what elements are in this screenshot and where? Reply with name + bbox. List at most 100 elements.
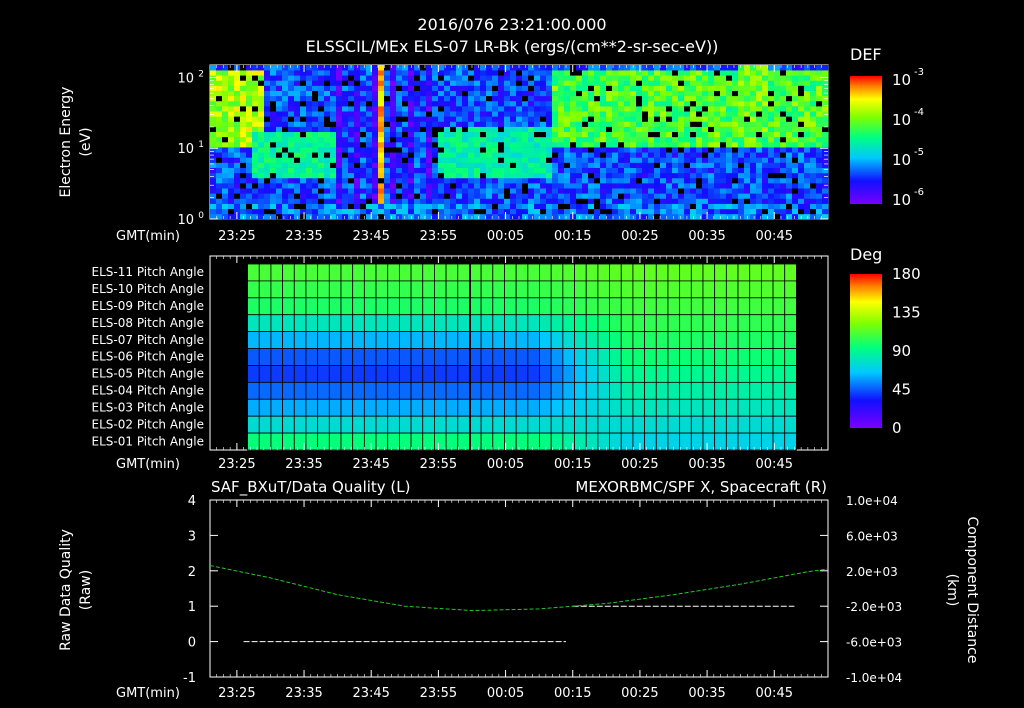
pitch-cell — [539, 432, 552, 451]
spectrogram-cell — [276, 142, 283, 148]
spectrogram-cell — [342, 131, 349, 138]
spectrogram-cell — [666, 142, 673, 148]
spectrogram-cell — [786, 121, 793, 127]
spectrogram-cell — [360, 111, 367, 117]
spectrogram-cell — [768, 121, 775, 127]
spectrogram-cell — [354, 85, 361, 91]
spectrogram-cell — [228, 142, 235, 148]
spectrogram-cell — [540, 167, 547, 174]
spectrogram-cell — [270, 157, 277, 163]
spectrogram-cell — [414, 100, 421, 107]
spectrogram-cell — [384, 188, 391, 194]
spectrogram-cell — [732, 162, 739, 168]
spectrogram-cell — [438, 90, 445, 97]
y-tick-label: 10 — [177, 71, 194, 86]
spectrogram-cell — [474, 152, 481, 158]
spectrogram-cell — [642, 152, 649, 158]
spectrogram-cell — [630, 167, 637, 174]
spectrogram-cell — [330, 172, 337, 179]
spectrogram-cell — [378, 213, 385, 220]
spectrogram-cell — [654, 147, 661, 153]
pitch-cell — [632, 398, 646, 417]
spectrogram-cell — [396, 106, 403, 112]
pitch-cell — [690, 365, 704, 383]
spectrogram-cell — [504, 65, 511, 71]
spectrogram-cell — [702, 136, 709, 143]
spectrogram-cell — [252, 116, 259, 122]
spectrogram-cell — [732, 203, 739, 210]
spectrogram-cell — [486, 70, 493, 76]
spectrogram-cell — [558, 95, 565, 102]
spectrogram-cell — [780, 172, 787, 179]
pitch-cell — [469, 331, 482, 349]
spectrogram-cell — [270, 75, 277, 81]
spectrogram-cell — [804, 188, 811, 194]
spectrogram-cell — [360, 198, 367, 204]
spectrogram-cell — [726, 136, 733, 143]
spectrogram-cell — [300, 183, 307, 189]
spectrogram-cell — [450, 152, 457, 158]
spectrogram-cell — [480, 208, 487, 215]
spectrogram-cell — [240, 116, 247, 122]
spectrogram-cell — [726, 162, 733, 168]
spectrogram-cell — [648, 131, 655, 138]
spectrogram-cell — [300, 65, 307, 71]
spectrogram-cell — [360, 106, 367, 112]
spectrogram-cell — [744, 126, 751, 133]
spectrogram-cell — [636, 75, 643, 81]
pitch-cell — [457, 331, 470, 349]
y-tick-label: 3 — [188, 529, 196, 544]
spectrogram-cell — [732, 188, 739, 194]
pitch-cell — [539, 314, 552, 333]
spectrogram-cell — [762, 116, 769, 122]
spectrogram-cell — [270, 147, 277, 153]
spectrogram-cell — [678, 147, 685, 153]
spectrogram-cell — [282, 121, 289, 127]
spectrogram-cell — [444, 147, 451, 153]
spectrogram-cell — [396, 188, 403, 194]
spectrogram-cell — [582, 177, 589, 184]
spectrogram-cell — [804, 65, 811, 71]
spectrogram-cell — [768, 147, 775, 153]
spectrogram-cell — [354, 167, 361, 174]
spectrogram-cell — [324, 100, 331, 107]
pitch-cell — [469, 297, 482, 316]
spectrogram-cell — [234, 198, 241, 204]
spectrogram-cell — [402, 80, 409, 86]
spectrogram-cell — [462, 203, 469, 210]
spectrogram-cell — [546, 136, 553, 143]
spectrogram-cell — [594, 136, 601, 143]
spectrogram-cell — [810, 157, 817, 163]
spectrogram-cell — [762, 177, 769, 184]
spectrogram-cell — [210, 162, 217, 168]
spectrogram-cell — [504, 121, 511, 127]
pitch-cell — [247, 331, 260, 349]
spectrogram-cell — [588, 167, 595, 174]
spectrogram-cell — [786, 70, 793, 76]
y-tick-exponent: 1 — [198, 140, 204, 150]
spectrogram-cell — [276, 106, 283, 112]
spectrogram-cell — [570, 131, 577, 138]
spectrogram-cell — [684, 193, 691, 199]
spectrogram-cell — [738, 85, 745, 91]
pitch-cell — [632, 263, 646, 282]
spectrogram-cell — [756, 188, 763, 194]
energy-heatmap — [210, 65, 829, 220]
spectrogram-cell — [606, 157, 613, 163]
spectrogram-cell — [666, 147, 673, 153]
spectrogram-cell — [396, 65, 403, 71]
spectrogram-cell — [684, 203, 691, 210]
spectrogram-cell — [714, 131, 721, 138]
spectrogram-cell — [636, 136, 643, 143]
spectrogram-cell — [522, 167, 529, 174]
pitch-cell — [328, 280, 342, 299]
spectrogram-cell — [612, 136, 619, 143]
spectrogram-cell — [822, 167, 829, 174]
spectrogram-cell — [618, 172, 625, 179]
spectrogram-cell — [546, 198, 553, 204]
spectrogram-cell — [546, 142, 553, 148]
pitch-cell — [725, 263, 739, 282]
spectrogram-cell — [222, 147, 229, 153]
spectrogram-cell — [750, 183, 757, 189]
spectrogram-cell — [576, 90, 583, 97]
